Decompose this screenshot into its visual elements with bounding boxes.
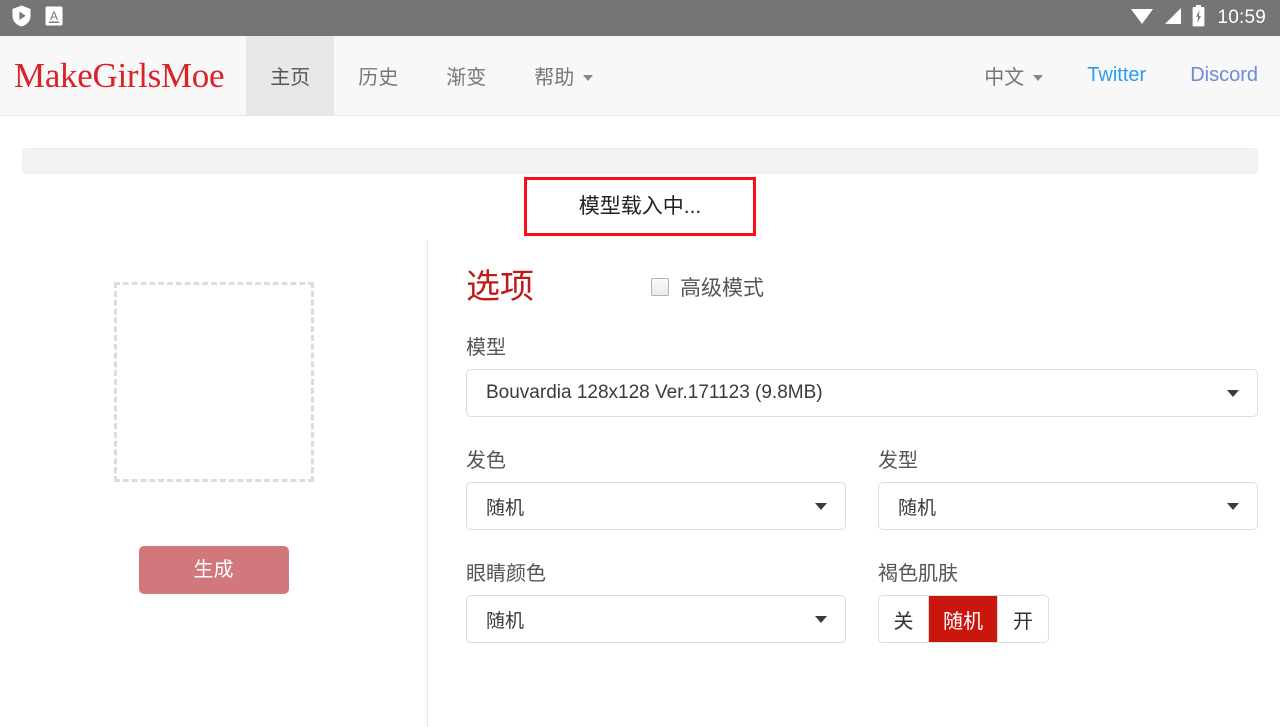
twitter-link[interactable]: Twitter — [1065, 36, 1168, 115]
site-navbar: MakeGirlsMoe 主页 历史 渐变 帮助 中文 Twitter Disc… — [0, 36, 1280, 116]
hair-style-select-value: 随机 — [898, 493, 936, 520]
a-box-icon: A — [45, 6, 63, 31]
status-bar-right-icons: 10:59 — [1130, 5, 1266, 32]
android-status-bar: A 10:59 — [0, 0, 1280, 36]
status-bar-left-icons: A — [12, 5, 63, 32]
language-selector[interactable]: 中文 — [962, 36, 1065, 115]
main-content: 生成 选项 高级模式 模型 Bouvardia 128x128 Ver.1711… — [0, 240, 1280, 727]
options-title: 选项 — [466, 270, 534, 304]
wifi-icon — [1130, 7, 1154, 30]
shield-play-icon — [12, 5, 31, 32]
chevron-down-icon — [815, 616, 827, 623]
hair-color-select-value: 随机 — [486, 493, 524, 520]
tab-history[interactable]: 历史 — [334, 36, 422, 115]
hair-style-field: 发型 随机 — [878, 417, 1258, 530]
tab-gradient[interactable]: 渐变 — [422, 36, 510, 115]
tab-home[interactable]: 主页 — [246, 36, 334, 115]
eye-skin-row: 眼睛颜色 随机 褐色肌肤 关 随机 开 — [466, 530, 1258, 643]
navbar-right-links: 中文 Twitter Discord — [962, 36, 1280, 115]
discord-link-label: Discord — [1190, 64, 1258, 87]
hair-color-label: 发色 — [466, 444, 846, 473]
hair-color-select[interactable]: 随机 — [466, 482, 846, 530]
tab-gradient-label: 渐变 — [446, 61, 486, 90]
brown-skin-toggle-group: 关 随机 开 — [878, 595, 1049, 643]
hair-style-label: 发型 — [878, 444, 1258, 473]
chevron-down-icon — [1227, 390, 1239, 397]
brown-skin-option-on[interactable]: 开 — [998, 596, 1048, 642]
language-selector-label: 中文 — [984, 61, 1024, 90]
brown-skin-option-random[interactable]: 随机 — [929, 596, 998, 642]
tab-home-label: 主页 — [270, 61, 310, 90]
advanced-mode-label: 高级模式 — [680, 272, 764, 302]
model-load-progress-bar — [22, 148, 1258, 174]
chevron-down-icon — [583, 75, 593, 81]
tab-help-label: 帮助 — [534, 61, 574, 90]
hair-color-field: 发色 随机 — [466, 417, 846, 530]
advanced-mode-toggle[interactable]: 高级模式 — [651, 272, 764, 302]
eye-color-select-value: 随机 — [486, 606, 524, 633]
brown-skin-option-off[interactable]: 关 — [879, 596, 929, 642]
chevron-down-icon — [1227, 503, 1239, 510]
signal-icon — [1163, 7, 1183, 30]
advanced-mode-checkbox[interactable] — [651, 278, 669, 296]
model-label: 模型 — [466, 331, 1258, 360]
hair-row: 发色 随机 发型 随机 — [466, 417, 1258, 530]
chevron-down-icon — [815, 503, 827, 510]
generate-button[interactable]: 生成 — [139, 546, 289, 594]
brown-skin-label: 褐色肌肤 — [878, 557, 1258, 586]
eye-color-field: 眼睛颜色 随机 — [466, 530, 846, 643]
navbar-tabs: 主页 历史 渐变 帮助 — [246, 36, 617, 115]
preview-pane: 生成 — [0, 240, 428, 727]
options-pane: 选项 高级模式 模型 Bouvardia 128x128 Ver.171123 … — [428, 240, 1280, 727]
brown-skin-field: 褐色肌肤 关 随机 开 — [878, 530, 1258, 643]
loading-status-row: 模型载入中... — [0, 177, 1280, 236]
discord-link[interactable]: Discord — [1168, 36, 1280, 115]
tab-help[interactable]: 帮助 — [510, 36, 617, 115]
eye-color-label: 眼睛颜色 — [466, 557, 846, 586]
options-header: 选项 高级模式 — [466, 270, 1258, 304]
model-select-value: Bouvardia 128x128 Ver.171123 (9.8MB) — [486, 382, 823, 404]
twitter-link-label: Twitter — [1087, 64, 1146, 87]
loading-status-box: 模型载入中... — [524, 177, 756, 236]
chevron-down-icon — [1033, 75, 1043, 81]
model-select[interactable]: Bouvardia 128x128 Ver.171123 (9.8MB) — [466, 369, 1258, 417]
tab-history-label: 历史 — [358, 61, 398, 90]
eye-color-select[interactable]: 随机 — [466, 595, 846, 643]
brand-logo[interactable]: MakeGirlsMoe — [0, 36, 246, 115]
hair-style-select[interactable]: 随机 — [878, 482, 1258, 530]
image-placeholder — [114, 282, 314, 482]
status-bar-clock: 10:59 — [1217, 7, 1266, 29]
battery-charging-icon — [1192, 5, 1205, 32]
svg-text:A: A — [50, 9, 58, 23]
